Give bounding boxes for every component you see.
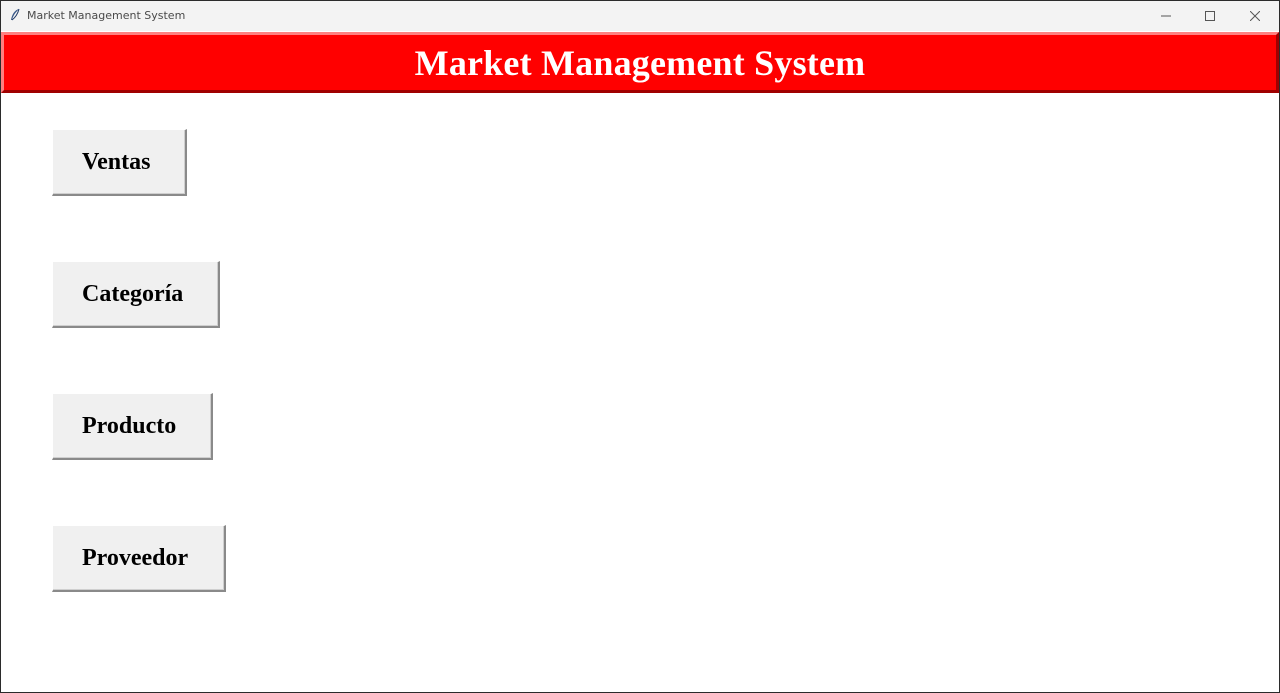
title-bar[interactable]: Market Management System: [1, 1, 1279, 31]
close-button[interactable]: [1233, 1, 1277, 31]
minimize-button[interactable]: [1144, 1, 1188, 31]
maximize-icon: [1205, 11, 1215, 21]
proveedor-button[interactable]: Proveedor: [52, 525, 226, 592]
maximize-button[interactable]: [1188, 1, 1232, 31]
categoria-button[interactable]: Categoría: [52, 261, 220, 328]
header-banner: Market Management System: [1, 32, 1279, 93]
app-window: Market Management System Market Manageme…: [0, 0, 1280, 693]
minimize-icon: [1161, 11, 1171, 21]
feather-icon: [9, 8, 21, 22]
ventas-button[interactable]: Ventas: [52, 129, 187, 196]
close-icon: [1250, 11, 1260, 21]
page-title: Market Management System: [414, 42, 866, 83]
window-title: Market Management System: [27, 9, 186, 22]
producto-button[interactable]: Producto: [52, 393, 213, 460]
